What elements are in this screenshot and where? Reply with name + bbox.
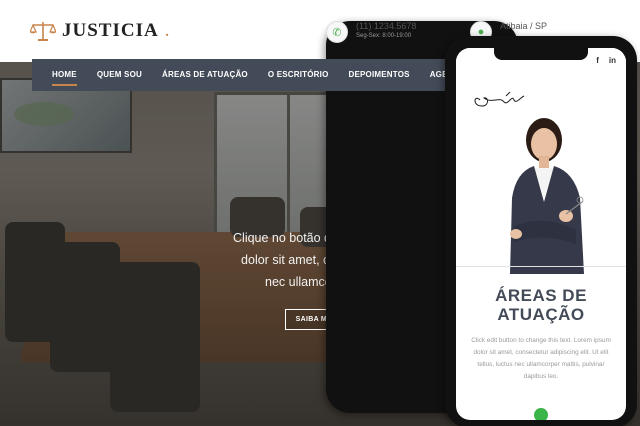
brand-name: JUSTICIA: [62, 20, 159, 41]
social-links: f in: [596, 56, 616, 65]
nav-quem-sou[interactable]: QUEM SOU: [87, 59, 152, 91]
nav-o-escritorio[interactable]: O ESCRITÓRIO: [258, 59, 339, 91]
phone-icon: ✆: [326, 21, 348, 43]
location-text: Atibaia / SP: [500, 21, 548, 31]
main-nav: HOME QUEM SOU ÁREAS DE ATUAÇÃO O ESCRITÓ…: [32, 59, 517, 91]
phone-screen: f in ÁREAS DE ATUAÇÃO Click edit button …: [456, 48, 626, 420]
facebook-icon[interactable]: f: [596, 56, 599, 65]
linkedin-icon[interactable]: in: [609, 56, 616, 65]
lawyer-photo: [510, 118, 584, 274]
heading-line: ÁREAS DE: [495, 286, 587, 305]
nav-areas-de-atuacao[interactable]: ÁREAS DE ATUAÇÃO: [152, 59, 258, 91]
office-hours: Seg-Sex: 8:00-19:00: [356, 33, 412, 39]
heading-line: ATUAÇÃO: [497, 305, 585, 324]
brand-dot: .: [164, 20, 170, 41]
phone-number: (11) 1234.5678: [356, 21, 417, 31]
divider: [456, 266, 626, 267]
areas-heading: ÁREAS DE ATUAÇÃO: [456, 286, 626, 324]
brand-logo[interactable]: JUSTICIA.: [30, 20, 169, 42]
nav-home[interactable]: HOME: [42, 59, 87, 91]
areas-body-text: Click edit button to change this text. L…: [471, 337, 611, 380]
scales-icon: [30, 22, 56, 41]
phone-notch: [494, 48, 588, 60]
phone-mockup: f in ÁREAS DE ATUAÇÃO Click edit button …: [445, 36, 637, 426]
nav-depoimentos[interactable]: DEPOIMENTOS: [339, 59, 420, 91]
whatsapp-button[interactable]: [534, 408, 548, 420]
